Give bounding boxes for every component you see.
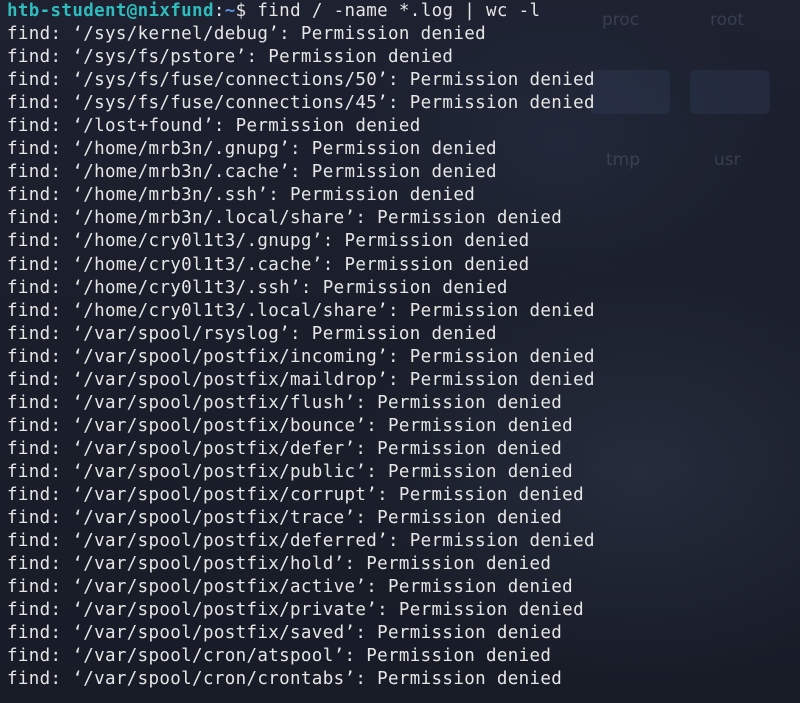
output-line: find: ‘/var/spool/postfix/active’: Permi… — [7, 577, 574, 598]
prompt-colon: : — [213, 1, 225, 21]
prompt-line: htb-student@nixfund:~$ find / -name *.lo… — [7, 0, 800, 23]
output-line: find: ‘/var/spool/postfix/deferred’: Per… — [7, 531, 595, 552]
output-line: find: ‘/var/spool/postfix/defer’: Permis… — [7, 438, 563, 459]
output-line: find: ‘/var/spool/rsyslog’: Permission d… — [7, 323, 497, 344]
output-line: find: ‘/var/spool/postfix/public’: Permi… — [7, 461, 574, 482]
terminal-output: find: ‘/sys/kernel/debug’: Permission de… — [7, 23, 800, 691]
output-line: find: ‘/var/spool/postfix/saved’: Permis… — [7, 623, 563, 644]
output-line: find: ‘/home/mrb3n/.local/share’: Permis… — [7, 208, 563, 229]
output-line: find: ‘/sys/fs/fuse/connections/50’: Per… — [7, 70, 595, 91]
output-line: find: ‘/home/cry0l1t3/.ssh’: Permission … — [7, 277, 508, 298]
output-line: find: ‘/var/spool/cron/crontabs’: Permis… — [7, 669, 563, 690]
output-line: find: ‘/sys/fs/fuse/connections/45’: Per… — [7, 93, 595, 114]
output-line: find: ‘/var/spool/postfix/corrupt’: Perm… — [7, 484, 584, 505]
terminal-window[interactable]: htb-student@nixfund:~$ find / -name *.lo… — [7, 0, 800, 691]
output-line: find: ‘/var/spool/postfix/flush’: Permis… — [7, 392, 563, 413]
output-line: find: ‘/home/cry0l1t3/.local/share’: Per… — [7, 300, 595, 321]
command-text: find / -name *.log | wc -l — [257, 1, 541, 21]
output-line: find: ‘/sys/fs/pstore’: Permission denie… — [7, 47, 454, 68]
output-line: find: ‘/var/spool/cron/atspool’: Permiss… — [7, 646, 552, 667]
output-line: find: ‘/lost+found’: Permission denied — [7, 116, 421, 137]
output-line: find: ‘/home/mrb3n/.gnupg’: Permission d… — [7, 139, 497, 160]
output-line: find: ‘/var/spool/postfix/incoming’: Per… — [7, 346, 595, 367]
output-line: find: ‘/home/cry0l1t3/.cache’: Permissio… — [7, 254, 530, 275]
prompt-user-host: htb-student@nixfund — [7, 1, 214, 21]
output-line: find: ‘/home/cry0l1t3/.gnupg’: Permissio… — [7, 231, 530, 252]
output-line: find: ‘/home/mrb3n/.cache’: Permission d… — [7, 162, 497, 183]
prompt-path: ~ — [224, 1, 236, 21]
output-line: find: ‘/var/spool/postfix/bounce’: Permi… — [7, 415, 574, 436]
output-line: find: ‘/var/spool/postfix/private’: Perm… — [7, 600, 584, 621]
prompt-dollar: $ — [235, 1, 258, 21]
output-line: find: ‘/home/mrb3n/.ssh’: Permission den… — [7, 185, 476, 206]
output-line: find: ‘/var/spool/postfix/trace’: Permis… — [7, 508, 563, 529]
output-line: find: ‘/var/spool/postfix/hold’: Permiss… — [7, 554, 552, 575]
output-line: find: ‘/var/spool/postfix/maildrop’: Per… — [7, 369, 595, 390]
output-line: find: ‘/sys/kernel/debug’: Permission de… — [7, 24, 486, 45]
